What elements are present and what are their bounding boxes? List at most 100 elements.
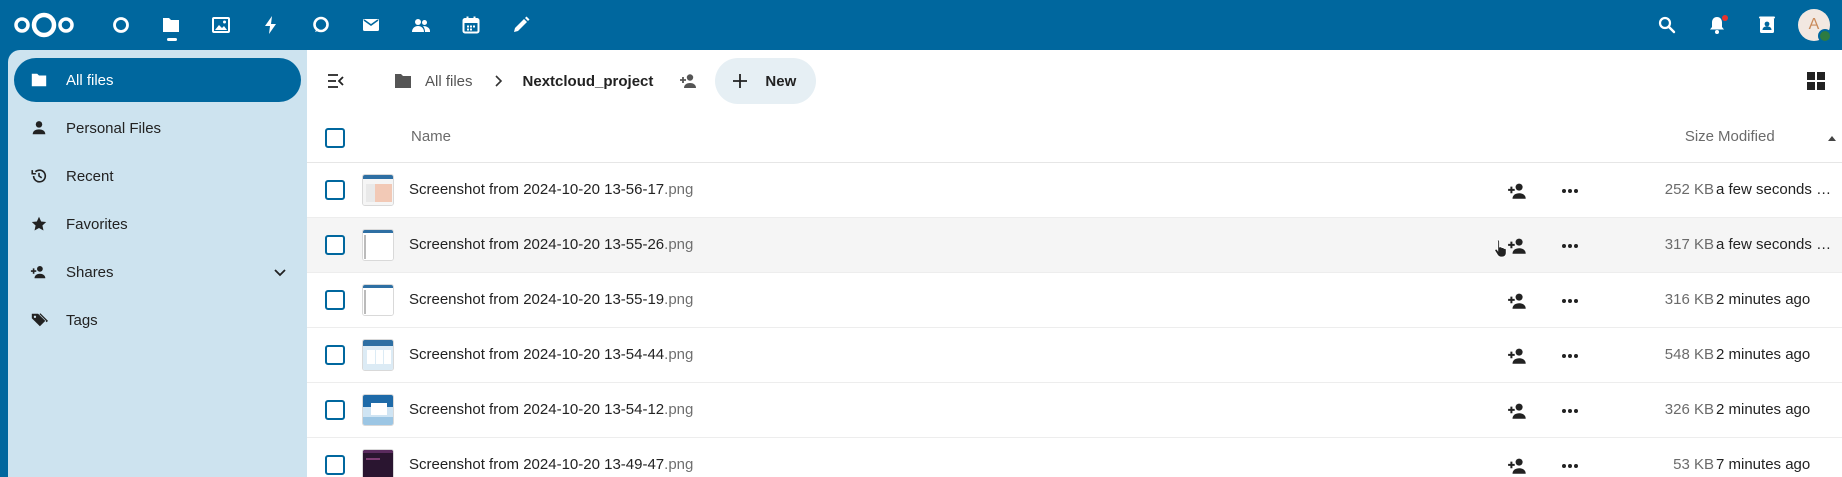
activity-icon (265, 16, 276, 34)
share-icon[interactable] (1507, 235, 1529, 257)
app-contacts[interactable] (396, 0, 446, 50)
file-thumbnail (362, 394, 394, 426)
more-actions-icon[interactable] (1559, 400, 1581, 422)
select-all-checkbox[interactable] (325, 128, 345, 148)
file-thumbnail (362, 339, 394, 371)
dashboard-icon (113, 17, 129, 33)
file-size: 53 KB (1673, 456, 1714, 473)
mail-icon (363, 19, 379, 31)
table-row[interactable]: Screenshot from 2024-10-20 13-55-19.png … (307, 273, 1842, 328)
sidebar-item-recent[interactable]: Recent (14, 154, 301, 198)
person-icon (28, 117, 50, 139)
file-size: 317 KB (1664, 236, 1714, 253)
column-size-header[interactable]: Size (1685, 128, 1714, 145)
sidebar-item-favorites[interactable]: Favorites (14, 202, 301, 246)
breadcrumb: All files Nextcloud_project New (393, 50, 817, 112)
sidebar-item-label: All files (66, 71, 114, 89)
column-name-header[interactable]: Name (411, 128, 451, 145)
table-row[interactable]: Screenshot from 2024-10-20 13-56-17.png … (307, 163, 1842, 218)
more-actions-icon[interactable] (1559, 345, 1581, 367)
file-modified: 7 minutes ago (1716, 456, 1811, 473)
file-name[interactable]: Screenshot from 2024-10-20 13-55-26.png (409, 236, 693, 253)
file-thumbnail (362, 229, 394, 261)
table-row[interactable]: Screenshot from 2024-10-20 13-54-12.png … (307, 383, 1842, 438)
file-thumbnail (362, 174, 394, 206)
folder-icon (28, 69, 50, 91)
file-modified: 2 minutes ago (1716, 291, 1811, 308)
app-notes[interactable] (496, 0, 546, 50)
app-calendar[interactable] (446, 0, 496, 50)
chevron-right-icon (494, 75, 502, 87)
toggle-navigation-button[interactable] (323, 68, 349, 94)
unified-search-button[interactable] (1642, 0, 1692, 50)
share-icon[interactable] (1507, 400, 1529, 422)
file-size: 326 KB (1664, 401, 1714, 418)
column-modified-header[interactable]: Modified (1718, 128, 1775, 145)
row-checkbox[interactable] (325, 345, 345, 365)
new-button[interactable]: New (715, 58, 817, 104)
file-size: 548 KB (1664, 346, 1714, 363)
new-button-label: New (765, 72, 797, 90)
file-name[interactable]: Screenshot from 2024-10-20 13-49-47.png (409, 456, 693, 473)
share-icon[interactable] (1507, 290, 1529, 312)
row-checkbox[interactable] (325, 290, 345, 310)
search-icon (1658, 16, 1676, 34)
row-checkbox[interactable] (325, 180, 345, 200)
app-photos[interactable] (196, 0, 246, 50)
breadcrumb-all-files[interactable]: All files (425, 73, 473, 90)
talk-icon (313, 16, 329, 33)
online-status-icon (1818, 29, 1832, 43)
sidebar-item-label: Personal Files (66, 119, 162, 137)
calendar-icon (462, 16, 480, 34)
avatar-initial: A (1808, 16, 1820, 33)
more-actions-icon[interactable] (1559, 455, 1581, 477)
app-files[interactable] (146, 0, 196, 50)
share-icon[interactable] (1507, 180, 1529, 202)
row-checkbox[interactable] (325, 455, 345, 475)
table-row[interactable]: Screenshot from 2024-10-20 13-49-47.png … (307, 438, 1842, 477)
notes-icon (514, 16, 530, 32)
file-name[interactable]: Screenshot from 2024-10-20 13-54-44.png (409, 346, 693, 363)
notification-dot (1722, 15, 1728, 21)
chevron-down-icon[interactable] (271, 263, 289, 281)
sort-ascending-icon (1828, 136, 1836, 141)
more-actions-icon[interactable] (1559, 235, 1581, 257)
file-name[interactable]: Screenshot from 2024-10-20 13-54-12.png (409, 401, 693, 418)
sidebar-item-personal-files[interactable]: Personal Files (14, 106, 301, 150)
file-name[interactable]: Screenshot from 2024-10-20 13-56-17.png (409, 181, 693, 198)
grid-view-icon[interactable] (1804, 69, 1828, 93)
contacts-menu-icon (1759, 16, 1775, 33)
table-row[interactable]: Screenshot from 2024-10-20 13-55-26.png … (307, 218, 1842, 273)
tag-icon (28, 309, 50, 331)
row-checkbox[interactable] (325, 235, 345, 255)
star-icon (28, 213, 50, 235)
notifications-button[interactable] (1692, 0, 1742, 50)
sidebar-item-shares[interactable]: Shares (14, 250, 301, 294)
files-icon (163, 18, 179, 32)
row-checkbox[interactable] (325, 400, 345, 420)
contacts-menu-button[interactable] (1742, 0, 1792, 50)
share-icon[interactable] (1507, 455, 1529, 477)
share-folder-button[interactable] (677, 69, 701, 93)
share-icon[interactable] (1507, 345, 1529, 367)
app-mail[interactable] (346, 0, 396, 50)
app-dashboard[interactable] (96, 0, 146, 50)
file-modified: a few seconds ago (1716, 181, 1834, 198)
app-talk[interactable] (296, 0, 346, 50)
table-row[interactable]: Screenshot from 2024-10-20 13-54-44.png … (307, 328, 1842, 383)
breadcrumb-current-folder[interactable]: Nextcloud_project (523, 73, 654, 90)
sidebar-item-all-files[interactable]: All files (14, 58, 301, 102)
sidebar-item-tags[interactable]: Tags (14, 298, 301, 342)
more-actions-icon[interactable] (1559, 290, 1581, 312)
avatar[interactable]: A (1798, 9, 1832, 43)
more-actions-icon[interactable] (1559, 180, 1581, 202)
folder-icon (395, 74, 411, 88)
sidebar-item-label: Recent (66, 167, 114, 185)
table-header: Name Size Modified (307, 112, 1842, 163)
file-list-view: All files Nextcloud_project New Name Siz… (307, 50, 1842, 477)
nextcloud-logo[interactable] (12, 9, 76, 41)
app-activity[interactable] (246, 0, 296, 50)
file-thumbnail (362, 449, 394, 477)
history-icon (28, 165, 50, 187)
file-name[interactable]: Screenshot from 2024-10-20 13-55-19.png (409, 291, 693, 308)
